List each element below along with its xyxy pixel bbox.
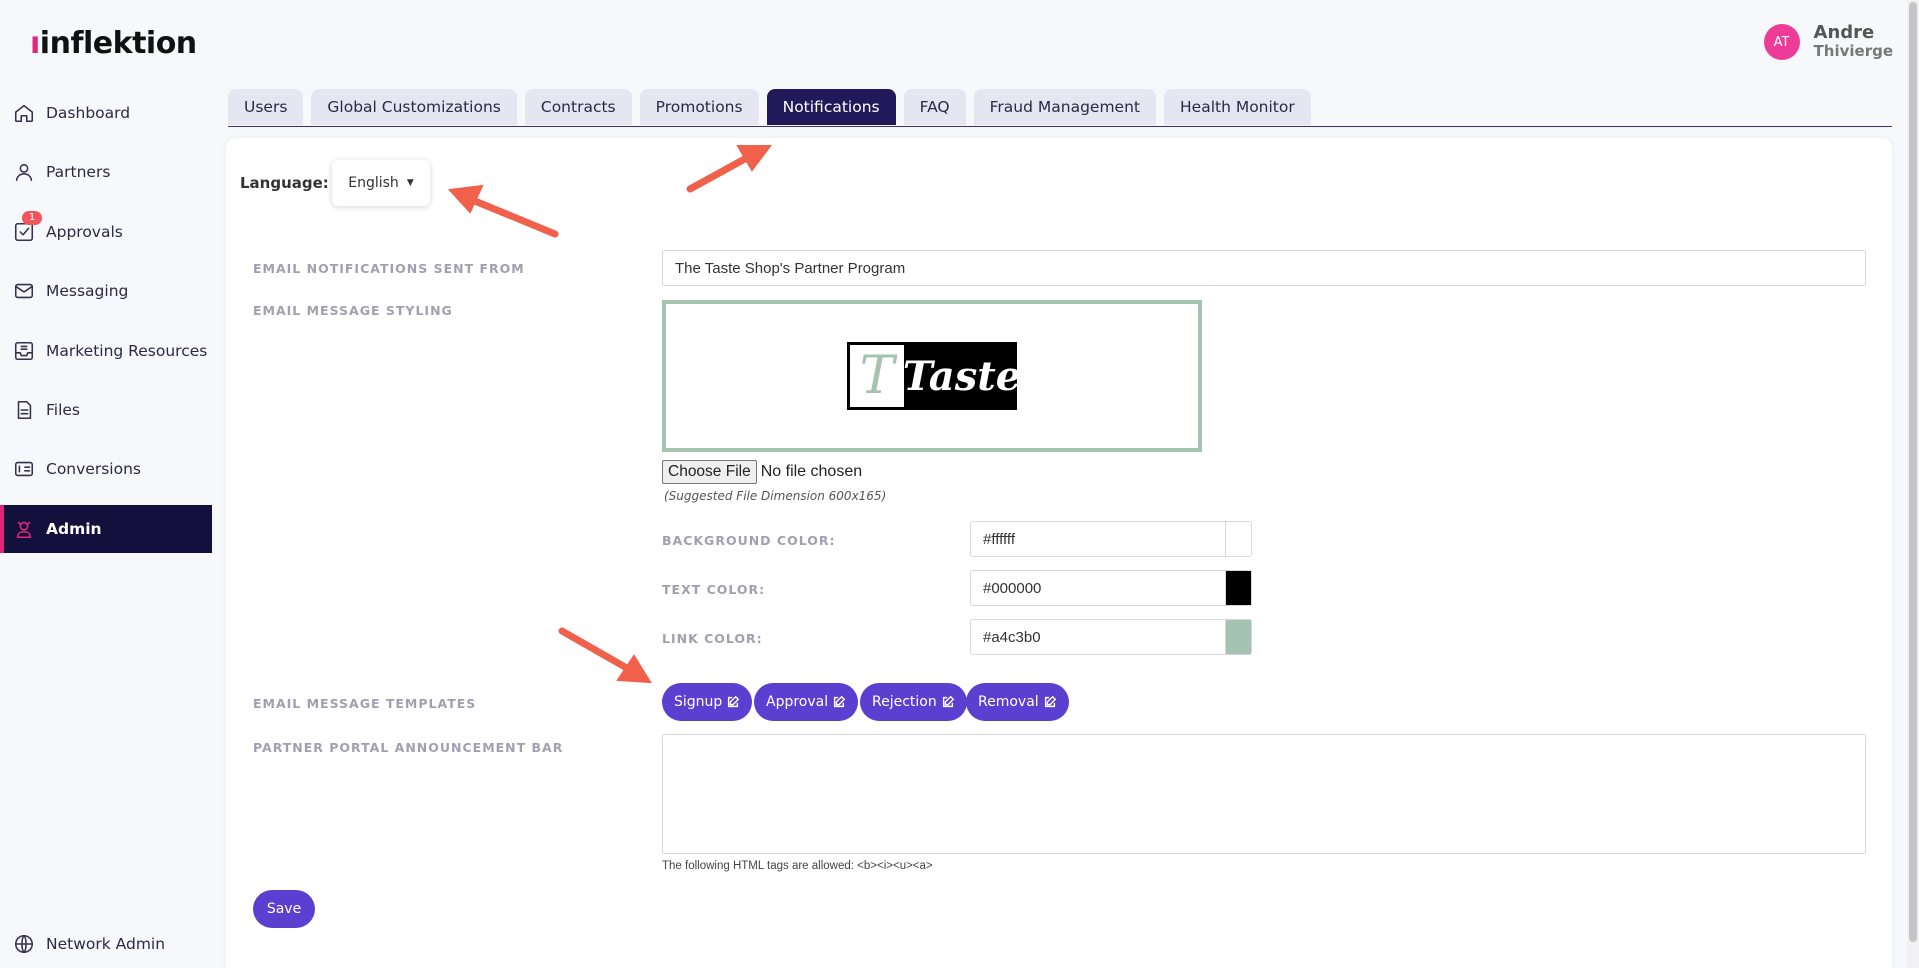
background-color-swatch[interactable] [1225, 522, 1251, 556]
sidebar-item-conversions[interactable]: Conversions [0, 445, 212, 493]
button-label: Removal [978, 694, 1039, 710]
admin-icon [12, 517, 36, 541]
sidebar-item-approvals[interactable]: 1 Approvals [0, 208, 212, 256]
background-color-input[interactable]: #ffffff [970, 521, 1252, 557]
sidebar-item-dashboard[interactable]: Dashboard [0, 89, 212, 137]
user-last-name: Thivierge [1813, 42, 1893, 60]
sidebar-item-files[interactable]: Files [0, 386, 212, 434]
tab-users[interactable]: Users [228, 89, 304, 125]
checkbox-icon: 1 [12, 211, 42, 244]
approval-template-button[interactable]: Approval [754, 683, 859, 721]
taste-logo-word: Taste [903, 342, 1021, 410]
person-icon [12, 160, 36, 184]
edit-icon [1044, 695, 1056, 708]
tab-global-customizations[interactable]: Global Customizations [311, 89, 517, 125]
avatar: AT [1763, 24, 1800, 60]
templates-label: EMAIL MESSAGE TEMPLATES [253, 696, 477, 711]
logo-text: inflektion [39, 26, 197, 61]
allowed-tags-hint: The following HTML tags are allowed: <b>… [662, 860, 933, 872]
sidebar-item-admin[interactable]: Admin [0, 505, 212, 553]
globe-icon [12, 932, 36, 956]
button-label: Signup [674, 694, 723, 710]
tab-fraud-management[interactable]: Fraud Management [973, 89, 1156, 125]
sent-from-value: The Taste Shop's Partner Program [675, 259, 906, 277]
email-logo-preview: T Taste [662, 300, 1202, 452]
file-icon [12, 398, 36, 422]
user-menu[interactable]: AT Andre Thivierge [1763, 22, 1893, 61]
edit-icon [942, 695, 954, 708]
dollar-list-icon [12, 457, 36, 481]
file-picker: Choose File No file chosen [662, 460, 862, 484]
language-dropdown[interactable]: English ▼ [332, 160, 430, 206]
taste-logo-letter: T [847, 342, 907, 410]
sent-from-label: EMAIL NOTIFICATIONS SENT FROM [253, 261, 525, 276]
user-name: Andre Thivierge [1813, 22, 1893, 61]
sidebar-item-partners[interactable]: Partners [0, 148, 212, 196]
background-color-label: BACKGROUND COLOR: [662, 533, 836, 548]
language-label: Language: [240, 174, 329, 192]
announcement-textarea[interactable] [662, 734, 1866, 854]
tab-contracts[interactable]: Contracts [524, 89, 632, 125]
page-scrollbar[interactable] [1907, 0, 1919, 968]
sidebar-item-label: Conversions [46, 460, 141, 478]
scrollbar-thumb[interactable] [1909, 2, 1917, 942]
sidebar-item-label: Admin [46, 520, 102, 538]
admin-tabs: Users Global Customizations Contracts Pr… [228, 89, 1892, 127]
sidebar-item-label: Approvals [46, 223, 123, 241]
background-color-value: #ffffff [983, 530, 1015, 548]
tab-notifications[interactable]: Notifications [766, 89, 896, 125]
notifications-card: Language: English ▼ EMAIL NOTIFICATIONS … [226, 138, 1892, 968]
styling-label: EMAIL MESSAGE STYLING [253, 303, 453, 318]
sidebar-item-network-admin[interactable]: Network Admin [0, 920, 212, 968]
rejection-template-button[interactable]: Rejection [860, 683, 967, 721]
save-button[interactable]: Save [253, 890, 315, 928]
envelope-icon [12, 279, 36, 303]
sidebar-item-label: Dashboard [46, 104, 131, 122]
edit-icon [834, 695, 846, 708]
link-color-label: LINK COLOR: [662, 631, 763, 646]
removal-template-button[interactable]: Removal [966, 683, 1069, 721]
link-color-swatch[interactable] [1225, 620, 1251, 654]
sidebar-item-label: Partners [46, 163, 111, 181]
link-color-value: #a4c3b0 [983, 628, 1041, 646]
text-color-swatch[interactable] [1225, 571, 1251, 605]
file-dimension-hint: (Suggested File Dimension 600x165) [664, 489, 887, 503]
sent-from-input[interactable]: The Taste Shop's Partner Program [662, 250, 1866, 286]
text-color-value: #000000 [983, 579, 1042, 597]
sidebar-item-marketing-resources[interactable]: Marketing Resources [0, 327, 212, 375]
file-status: No file chosen [760, 463, 863, 480]
sidebar-item-label: Network Admin [46, 935, 166, 953]
home-icon [12, 101, 36, 125]
choose-file-button[interactable]: Choose File [662, 460, 757, 484]
button-label: Approval [766, 694, 829, 710]
text-color-label: TEXT COLOR: [662, 582, 766, 597]
tab-faq[interactable]: FAQ [903, 89, 966, 125]
sidebar-item-label: Files [46, 401, 81, 419]
taste-logo: T Taste [847, 342, 1021, 410]
sidebar-item-messaging[interactable]: Messaging [0, 267, 212, 315]
button-label: Rejection [872, 694, 937, 710]
text-color-input[interactable]: #000000 [970, 570, 1252, 606]
caret-down-icon: ▼ [406, 178, 414, 188]
inflektion-logo[interactable]: ıinflektion [30, 26, 197, 61]
logo-hook-icon: ı [30, 26, 40, 61]
link-color-input[interactable]: #a4c3b0 [970, 619, 1252, 655]
sidebar-item-label: Marketing Resources [46, 342, 208, 360]
announcement-label: PARTNER PORTAL ANNOUNCEMENT BAR [253, 740, 564, 755]
tab-promotions[interactable]: Promotions [639, 89, 759, 125]
user-first-name: Andre [1813, 22, 1875, 43]
sidebar: ıinflektion Dashboard Partners 1 Approva… [0, 0, 212, 968]
signup-template-button[interactable]: Signup [662, 683, 753, 721]
language-value: English [348, 175, 399, 191]
sidebar-item-label: Messaging [46, 282, 129, 300]
tab-health-monitor[interactable]: Health Monitor [1164, 89, 1311, 125]
tray-icon [12, 339, 36, 363]
edit-icon [728, 695, 740, 708]
approvals-badge: 1 [22, 211, 42, 225]
